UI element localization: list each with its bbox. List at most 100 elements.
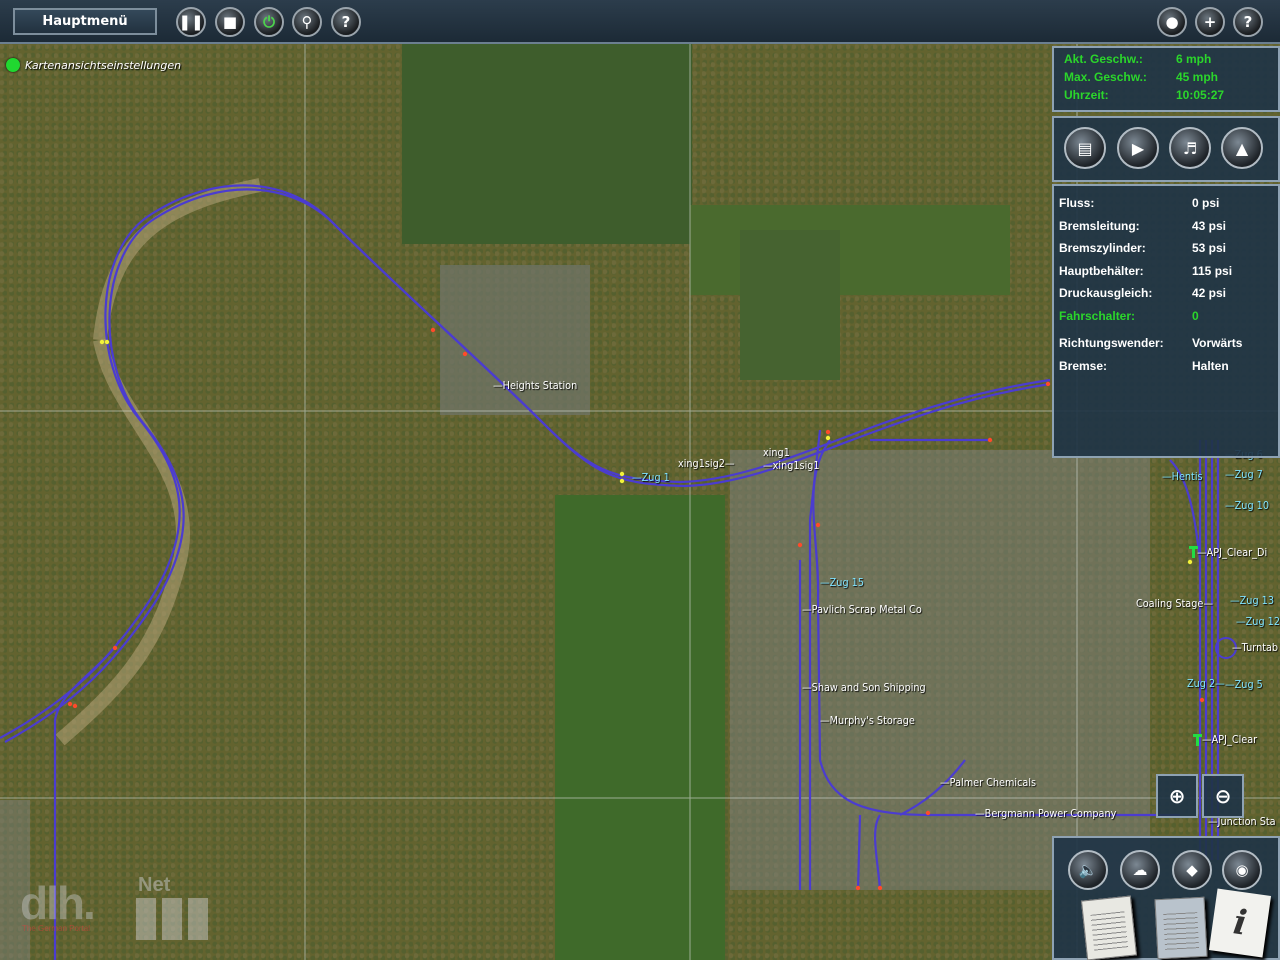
zoom-in-icon: ⊕ xyxy=(1168,784,1186,808)
camera-view-panel: ▤ ▶ ♬ ▲ xyxy=(1052,116,1280,182)
brake-cylinder-value: 53 psi xyxy=(1192,241,1227,256)
zoom-out-button[interactable]: ⊖ xyxy=(1202,774,1244,818)
label-turntable[interactable]: —Turntab xyxy=(1232,641,1278,654)
help-button[interactable]: ? xyxy=(331,7,361,37)
weather-button[interactable]: ☁ xyxy=(1120,850,1160,890)
brake-pipe-value: 43 psi xyxy=(1192,218,1227,233)
map-settings-label: Kartenansichtseinstellungen xyxy=(25,58,182,72)
info-button[interactable]: i xyxy=(1208,888,1272,958)
view-toggle-button[interactable]: ◉ xyxy=(1222,850,1262,890)
brake-stats-panel: Fluss: 0 psi Bremsleitung: 43 psi Bremszyl… xyxy=(1052,184,1280,458)
help-icon: ? xyxy=(341,13,351,31)
train-label-zug12[interactable]: —Zug 12 xyxy=(1236,615,1280,628)
throttle-label: Fahrschalter: xyxy=(1059,308,1136,323)
dirt-bank xyxy=(93,178,262,341)
station-area xyxy=(440,265,590,415)
plus-icon: + xyxy=(1203,13,1217,31)
locomotive-view-button[interactable]: ▶ xyxy=(1117,127,1159,169)
orders-document-button[interactable] xyxy=(1154,896,1208,960)
train-label-zug10[interactable]: —Zug 10 xyxy=(1225,499,1269,512)
cab-view-icon: ▤ xyxy=(1077,138,1093,158)
open-button[interactable]: ■ xyxy=(215,7,245,37)
field-patch xyxy=(402,44,692,244)
zoom-controls: ⊕ ⊖ xyxy=(1156,774,1246,820)
industry-label-shaw[interactable]: —Shaw and Son Shipping xyxy=(802,681,926,694)
watermark-grid-icon xyxy=(136,898,208,940)
zoom-in-button[interactable]: ⊕ xyxy=(1156,774,1198,818)
time-value: 10:05:27 xyxy=(1176,88,1225,102)
label-hentis[interactable]: —Hentis xyxy=(1162,470,1203,483)
signal-label-xing1sig1[interactable]: —xing1sig1 xyxy=(763,459,820,472)
speaker-icon: 🔈 xyxy=(1078,861,1098,879)
add-button[interactable]: + xyxy=(1195,7,1225,37)
train-label-zug13[interactable]: —Zug 13 xyxy=(1230,594,1274,607)
equalizer-value: 42 psi xyxy=(1192,286,1227,301)
main-menu-button[interactable]: Hauptmenü xyxy=(13,8,157,35)
info-icon: i xyxy=(1230,902,1250,944)
label-apj-clear-di[interactable]: —APJ_Clear_Di xyxy=(1197,546,1267,559)
time-label: Uhrzeit: xyxy=(1064,88,1109,102)
field-patch xyxy=(740,230,840,380)
max-speed-label: Max. Geschw.: xyxy=(1064,70,1147,84)
schedule-document-button[interactable] xyxy=(1081,895,1137,960)
industrial-area xyxy=(730,450,1150,890)
reverser-label: Richtungswender: xyxy=(1059,336,1164,351)
watermark-tagline: The German Portal xyxy=(22,924,91,933)
switch-button[interactable]: ◆ xyxy=(1172,850,1212,890)
max-speed-value: 45 mph xyxy=(1176,70,1219,84)
power-button[interactable]: ⏻ xyxy=(254,7,284,37)
top-toolbar: Hauptmenü ❚❚ ■ ⏻ ⚲ ? ● + ? xyxy=(0,0,1280,44)
throttle-value: 0 xyxy=(1192,308,1199,323)
free-camera-button[interactable]: ▲ xyxy=(1221,127,1263,169)
field-patch xyxy=(690,205,1010,295)
main-reservoir-label: Hauptbehälter: xyxy=(1059,263,1144,278)
light-button[interactable]: ● xyxy=(1157,7,1187,37)
brake-label: Bremse: xyxy=(1059,358,1108,373)
field-patch xyxy=(555,495,725,960)
eye-icon: ◉ xyxy=(1235,861,1249,879)
watermark-brand: dlh. xyxy=(20,877,96,929)
train-label-zug15[interactable]: —Zug 15 xyxy=(820,576,864,589)
status-dot-icon xyxy=(6,58,20,72)
pause-button[interactable]: ❚❚ xyxy=(176,7,206,37)
help-button-right[interactable]: ? xyxy=(1233,7,1263,37)
station-label-heights[interactable]: —Heights Station xyxy=(493,379,577,392)
signal-label-xing1sig2[interactable]: xing1sig2— xyxy=(678,457,735,470)
locomotive-icon: ▶ xyxy=(1131,138,1145,158)
tripod-camera-icon: ♬ xyxy=(1182,138,1198,158)
sound-button[interactable]: 🔈 xyxy=(1068,850,1108,890)
weather-icon: ☁ xyxy=(1132,861,1148,879)
watermark-logo: dlh. Net The German Portal xyxy=(20,874,210,940)
industry-label-murphy[interactable]: —Murphy's Storage xyxy=(820,714,915,727)
mountain-icon: ▲ xyxy=(1235,138,1249,158)
map-settings[interactable]: Kartenansichtseinstellungen xyxy=(6,58,181,72)
watermark-net: Net xyxy=(138,874,171,896)
signal-label-xing1[interactable]: xing1 xyxy=(763,446,790,459)
dirt-bank xyxy=(55,338,190,746)
industry-label-pavlich[interactable]: —Pavlich Scrap Metal Co xyxy=(802,603,922,616)
flow-value: 0 psi xyxy=(1192,196,1220,211)
diamond-icon: ◆ xyxy=(1186,861,1198,879)
train-label-zug7[interactable]: —Zug 7 xyxy=(1225,468,1263,481)
brake-value: Halten xyxy=(1192,358,1229,373)
reverser-value: Vorwärts xyxy=(1192,336,1243,351)
train-label-zug1[interactable]: —Zug 1 xyxy=(632,471,670,484)
power-icon: ⏻ xyxy=(263,13,275,31)
zoom-out-icon: ⊖ xyxy=(1214,784,1232,808)
industry-label-palmer[interactable]: —Palmer Chemicals xyxy=(940,776,1036,789)
brake-pipe-label: Bremsleitung: xyxy=(1059,218,1140,233)
tripod-camera-button[interactable]: ♬ xyxy=(1169,127,1211,169)
document-icon xyxy=(1163,912,1200,950)
pause-icon: ❚❚ xyxy=(178,13,204,31)
label-apj-clear[interactable]: —APJ_Clear xyxy=(1202,733,1257,746)
light-icon: ● xyxy=(1165,13,1179,31)
search-button[interactable]: ⚲ xyxy=(292,7,322,37)
industry-label-bergmann[interactable]: —Bergmann Power Company xyxy=(975,807,1116,820)
train-label-zug5[interactable]: —Zug 5 xyxy=(1225,678,1263,691)
current-speed-label: Akt. Geschw.: xyxy=(1064,52,1143,66)
help-icon: ? xyxy=(1243,13,1253,31)
folder-icon: ■ xyxy=(222,13,238,31)
label-coaling-stage[interactable]: Coaling Stage— xyxy=(1136,597,1213,610)
train-label-zug2[interactable]: Zug 2— xyxy=(1187,677,1225,690)
cab-view-button[interactable]: ▤ xyxy=(1064,127,1106,169)
